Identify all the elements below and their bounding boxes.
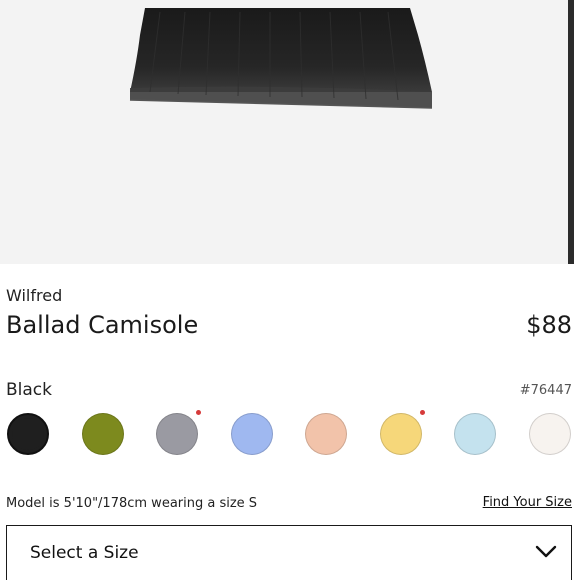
color-swatches (0, 410, 580, 460)
swatch-black[interactable] (7, 413, 49, 455)
find-your-size-link[interactable]: Find Your Size (483, 495, 572, 510)
product-title: Ballad Camisole (6, 311, 199, 339)
brand-name[interactable]: Wilfred (6, 286, 62, 305)
garment-illustration (129, 8, 433, 109)
swatch-light-blue[interactable] (454, 413, 496, 455)
swatch-grey[interactable] (156, 413, 198, 455)
product-image[interactable] (0, 0, 574, 264)
size-select-label: Select a Size (30, 543, 139, 563)
availability-dot (196, 410, 201, 415)
availability-dot (420, 410, 425, 415)
swatch-butter-yellow[interactable] (380, 413, 422, 455)
size-select[interactable]: Select a Size (6, 525, 572, 580)
image-edge (568, 0, 574, 264)
product-page: Wilfred Ballad Camisole $88 Black #76447… (0, 0, 580, 580)
swatch-olive[interactable] (82, 413, 124, 455)
model-size-note: Model is 5'10"/178cm wearing a size S (6, 496, 258, 511)
product-price: $88 (526, 311, 572, 339)
swatch-periwinkle[interactable] (231, 413, 273, 455)
swatch-ivory[interactable] (529, 413, 571, 455)
product-sku: #76447 (519, 383, 572, 398)
chevron-down-icon (535, 544, 557, 563)
swatch-peach[interactable] (305, 413, 347, 455)
selected-color-label: Black (6, 380, 52, 400)
